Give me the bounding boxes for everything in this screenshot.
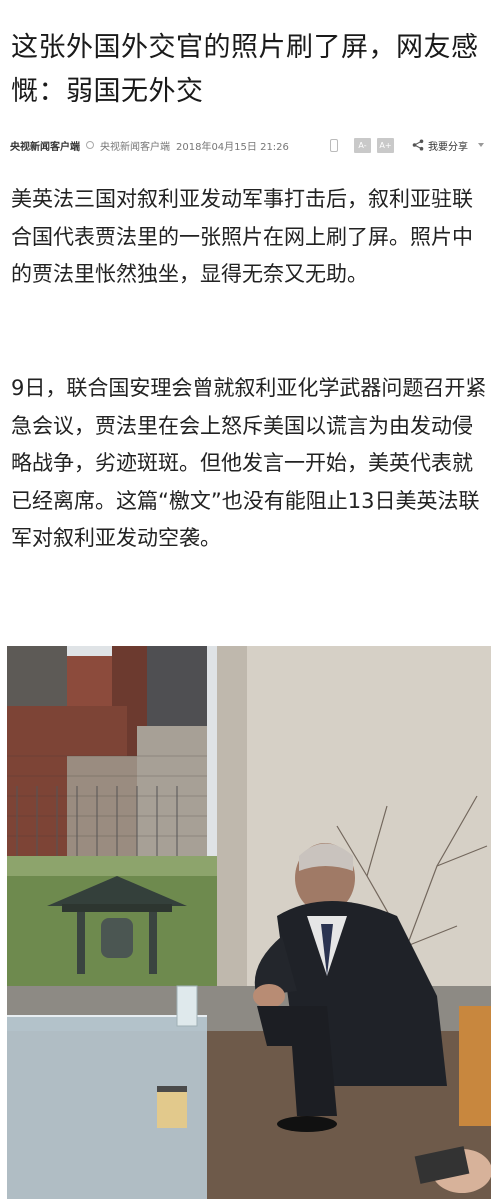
article-title: 这张外国外交官的照片刷了屏，网友感慨：弱国无外交 (11, 32, 479, 107)
article-meta: 央视新闻客户端 央视新闻客户端 2018年04月15日 21:26 A- A+ … (10, 134, 492, 156)
source-name[interactable]: 央视新闻客户端 (10, 138, 80, 153)
publish-time: 2018年04月15日 21:26 (176, 141, 289, 153)
font-increase-button[interactable]: A+ (377, 137, 394, 153)
circle-icon (86, 141, 94, 149)
share-button[interactable]: 我要分享 (428, 138, 468, 153)
article-photo (7, 646, 491, 1199)
article-paragraph: 9日，联合国安理会曾就叙利亚化学武器问题召开紧急会议，贾法里在会上怒斥美国以谎言… (11, 376, 487, 550)
share-icon[interactable] (412, 139, 424, 151)
phone-icon[interactable] (330, 138, 338, 152)
article-tools: A- A+ 我要分享 (330, 134, 484, 156)
font-decrease-button[interactable]: A- (354, 137, 371, 153)
chevron-down-icon[interactable] (478, 143, 484, 147)
source-secondary: 央视新闻客户端 (100, 141, 170, 153)
article-paragraph: 美英法三国对叙利亚发动军事打击后，叙利亚驻联合国代表贾法里的一张照片在网上刷了屏… (11, 187, 473, 286)
photo-illustration (7, 646, 491, 1199)
